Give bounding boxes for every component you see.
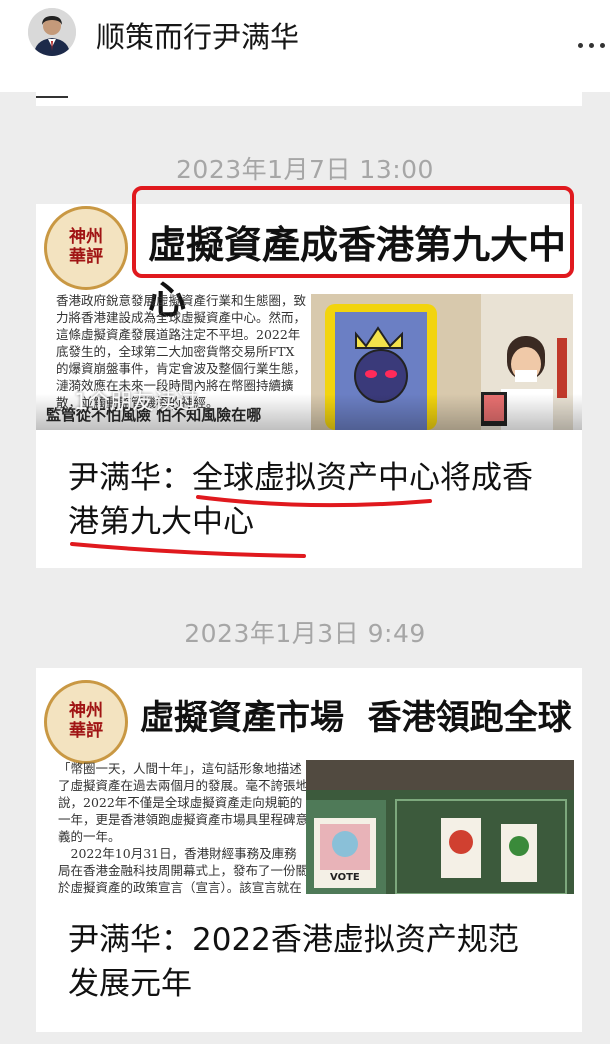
photo: VOTE [306,760,574,894]
image-body-text: 「幣圈一天，人間十年」，這句話形象地描述了虛擬資產在過去兩個月的發展。毫不誇張地… [58,761,309,894]
timestamp: 2023年1月3日 9:49 [184,619,426,648]
shenzhou-logo: 神州 華評 [44,680,128,764]
article-thumbnail: 神州 華評 虛擬資產市場 香港領跑全球 「幣圈一天，人間十年」，這句話形象地描述… [36,668,582,894]
article-card[interactable]: 神州 華評 虛擬資產市場 香港領跑全球 「幣圈一天，人間十年」，這句話形象地描述… [36,668,582,1032]
image-headline: 虛擬資產市場 香港領跑全球 [140,698,572,738]
logo-text: 神州 華評 [69,701,103,741]
vote-label: VOTE [330,872,360,883]
article-title[interactable]: 尹满华：2022香港虚拟资产规范发展元年 [68,918,548,1006]
